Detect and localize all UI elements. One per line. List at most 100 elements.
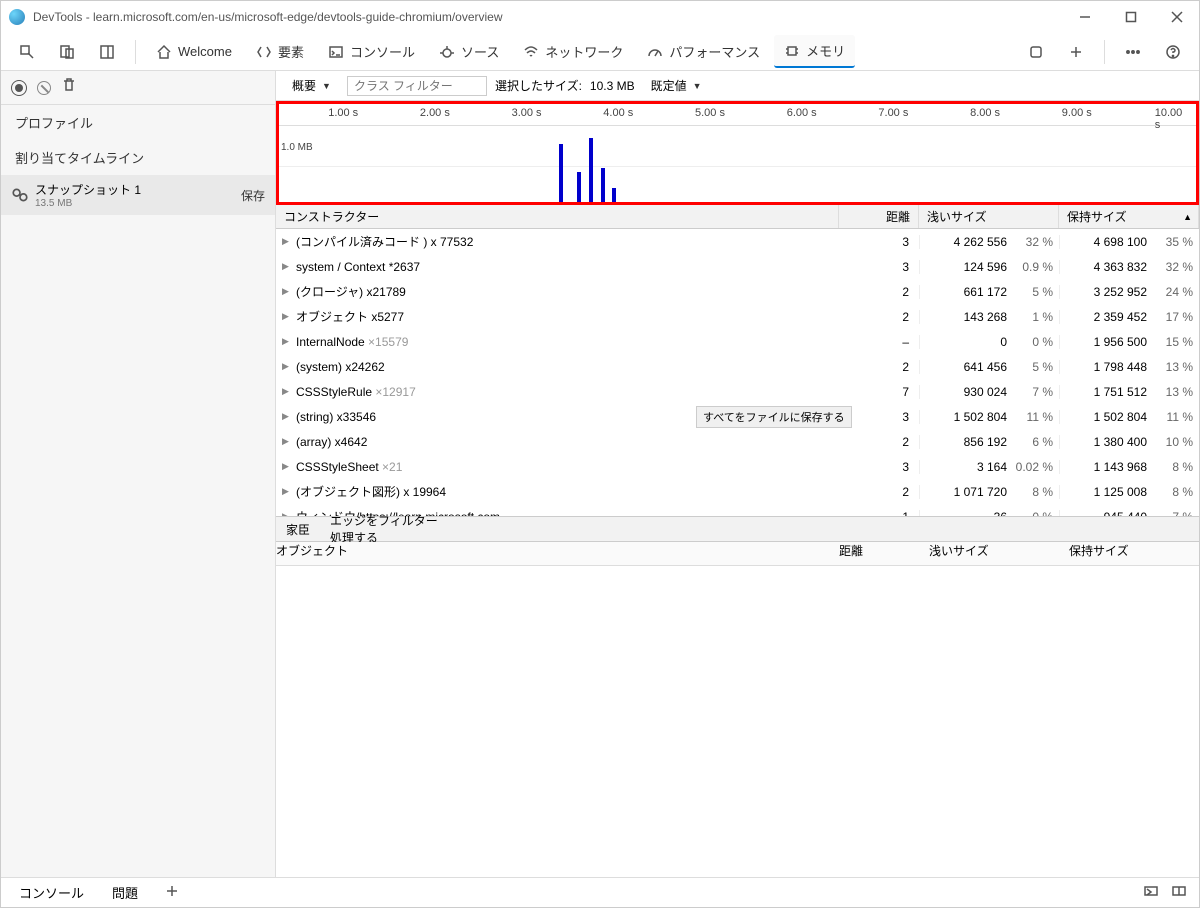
- expand-icon[interactable]: ▶: [282, 336, 292, 347]
- row-retained-pct: 24 %: [1153, 285, 1193, 299]
- delete-button[interactable]: [61, 77, 77, 98]
- snapshot-icon: [11, 186, 29, 204]
- dock-side-button[interactable]: [89, 38, 125, 66]
- row-name: ウィンドウ/https://learn.microsoft.com: [296, 508, 500, 516]
- retainers-title[interactable]: 家臣: [286, 521, 310, 538]
- help-button[interactable]: [1155, 38, 1191, 66]
- drawer-icon-1[interactable]: [1143, 883, 1159, 902]
- drawer-tab-console[interactable]: コンソール: [13, 881, 90, 904]
- retainers-table-body[interactable]: [276, 566, 1199, 877]
- tab-elements[interactable]: 要素: [246, 36, 314, 67]
- row-retained: 1 751 512: [1073, 385, 1147, 399]
- drawer-tab-issues[interactable]: 問題: [106, 881, 144, 904]
- tab-overflow-button[interactable]: [1018, 38, 1054, 66]
- inspect-element-button[interactable]: [9, 38, 45, 66]
- table-row[interactable]: ▶ウィンドウ/https://learn.microsoft.com1360 %…: [276, 504, 1199, 516]
- snapshot-size: 13.5 MB: [35, 198, 241, 209]
- table-row[interactable]: ▶(コンパイル済みコード ) x 7753234 262 55632 %4 69…: [276, 229, 1199, 254]
- row-retained: 1 956 500: [1073, 335, 1147, 349]
- ret-col-shallow[interactable]: 浅いサイズ: [919, 542, 1059, 565]
- ret-col-distance[interactable]: 距離: [839, 542, 919, 565]
- row-name: InternalNode ×15579: [296, 335, 408, 349]
- tab-elements-label: 要素: [278, 42, 304, 61]
- expand-icon[interactable]: ▶: [282, 236, 292, 247]
- row-name: (string) x33546: [296, 410, 376, 424]
- allocation-bar: [612, 188, 616, 202]
- expand-icon[interactable]: ▶: [282, 511, 292, 516]
- minimize-button[interactable]: [1071, 7, 1099, 27]
- record-button[interactable]: [11, 80, 27, 96]
- row-retained: 4 698 100: [1073, 235, 1147, 249]
- col-distance[interactable]: 距離: [839, 205, 919, 228]
- row-retained: 1 502 804: [1073, 410, 1147, 424]
- tab-sources[interactable]: ソース: [429, 36, 509, 67]
- drawer-add-tab[interactable]: [160, 883, 184, 902]
- tab-welcome[interactable]: Welcome: [146, 38, 242, 66]
- retainers-filter[interactable]: エッジをフィルター処理する: [330, 512, 446, 546]
- view-select[interactable]: 概要 ▼: [284, 75, 339, 96]
- table-row[interactable]: ▶(オブジェクト図形) x 1996421 071 7208 %1 125 00…: [276, 479, 1199, 504]
- sidebar-profiles-heading[interactable]: プロファイル: [1, 105, 275, 140]
- row-retained: 945 440: [1073, 510, 1147, 517]
- snapshot-title: スナップショット 1: [35, 181, 241, 198]
- table-row[interactable]: ▶system / Context *26373124 5960.9 %4 36…: [276, 254, 1199, 279]
- sidebar-allocation-timeline[interactable]: 割り当てタイムライン: [1, 140, 275, 175]
- expand-icon[interactable]: ▶: [282, 386, 292, 397]
- tab-network[interactable]: ネットワーク: [513, 36, 633, 67]
- tab-memory[interactable]: メモリ: [774, 35, 855, 68]
- row-name: system / Context *2637: [296, 260, 420, 274]
- device-toggle-button[interactable]: [49, 38, 85, 66]
- col-retained-size[interactable]: 保持サイズ▲: [1059, 205, 1199, 228]
- timeline-tick: 2.00 s: [420, 107, 450, 119]
- table-row[interactable]: ▶(クロージャ) x217892661 1725 %3 252 95224 %: [276, 279, 1199, 304]
- table-row[interactable]: ▶CSSStyleRule ×129177930 0247 %1 751 512…: [276, 379, 1199, 404]
- expand-icon[interactable]: ▶: [282, 311, 292, 322]
- timeline-body: 1.0 MB: [279, 126, 1196, 202]
- tab-console[interactable]: コンソール: [318, 36, 425, 67]
- allocation-timeline-overview[interactable]: 1.00 s2.00 s3.00 s4.00 s5.00 s6.00 s7.00…: [276, 101, 1199, 205]
- col-shallow-size[interactable]: 浅いサイズ: [919, 205, 1059, 228]
- sidebar-toolbar: [1, 71, 275, 105]
- row-shallow: 4 262 556: [933, 235, 1007, 249]
- snapshot-save-link[interactable]: 保存: [241, 187, 265, 204]
- table-row[interactable]: ▶CSSStyleSheet ×2133 1640.02 %1 143 9688…: [276, 454, 1199, 479]
- row-name: (クロージャ) x21789: [296, 283, 406, 300]
- expand-icon[interactable]: ▶: [282, 411, 292, 422]
- inspect-icon: [19, 44, 35, 60]
- row-retained-pct: 8 %: [1153, 460, 1193, 474]
- console-icon: [328, 44, 344, 60]
- table-row[interactable]: ▶オブジェクト x52772143 2681 %2 359 45217 %: [276, 304, 1199, 329]
- expand-icon[interactable]: ▶: [282, 261, 292, 272]
- ret-col-retained[interactable]: 保持サイズ: [1059, 542, 1199, 565]
- maximize-button[interactable]: [1117, 7, 1145, 27]
- constructor-table-body[interactable]: ▶(コンパイル済みコード ) x 7753234 262 55632 %4 69…: [276, 229, 1199, 516]
- expand-icon[interactable]: ▶: [282, 436, 292, 447]
- expand-icon[interactable]: ▶: [282, 286, 292, 297]
- default-filter-select[interactable]: 既定値 ▼: [643, 75, 710, 96]
- col-constructor[interactable]: コンストラクター: [276, 205, 839, 228]
- expand-icon[interactable]: ▶: [282, 361, 292, 372]
- selected-size-label: 選択したサイズ:: [495, 77, 582, 94]
- constructor-table-header: コンストラクター 距離 浅いサイズ 保持サイズ▲: [276, 205, 1199, 229]
- snapshot-item[interactable]: スナップショット 1 13.5 MB 保存: [1, 175, 275, 215]
- add-tab-button[interactable]: [1058, 38, 1094, 66]
- table-row[interactable]: ▶(array) x46422856 1926 %1 380 40010 %: [276, 429, 1199, 454]
- table-row[interactable]: ▶InternalNode ×15579–00 %1 956 50015 %: [276, 329, 1199, 354]
- row-distance: 1: [839, 510, 919, 517]
- view-select-label: 概要: [292, 77, 316, 94]
- timeline-y-label: 1.0 MB: [281, 142, 313, 153]
- timeline-ticks: 1.00 s2.00 s3.00 s4.00 s5.00 s6.00 s7.00…: [279, 104, 1196, 126]
- expand-icon[interactable]: ▶: [282, 461, 292, 472]
- close-button[interactable]: [1163, 7, 1191, 27]
- drawer-icon-2[interactable]: [1171, 883, 1187, 902]
- table-row[interactable]: ▶(system) x242622641 4565 %1 798 44813 %: [276, 354, 1199, 379]
- class-filter-input[interactable]: [347, 76, 487, 96]
- expand-icon[interactable]: ▶: [282, 486, 292, 497]
- row-distance: 7: [839, 385, 919, 399]
- tab-performance[interactable]: パフォーマンス: [637, 36, 770, 67]
- ret-col-object[interactable]: オブジェクト: [276, 542, 839, 565]
- save-all-tooltip[interactable]: すべてをファイルに保存する: [696, 406, 852, 428]
- row-retained: 1 143 968: [1073, 460, 1147, 474]
- clear-button[interactable]: [37, 81, 51, 95]
- more-menu-button[interactable]: [1115, 38, 1151, 66]
